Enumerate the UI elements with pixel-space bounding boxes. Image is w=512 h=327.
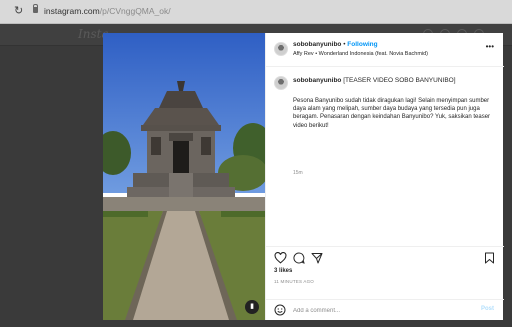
bookmark-icon[interactable] [484, 252, 495, 264]
action-bar [266, 246, 504, 266]
url-domain: instagram.com [44, 6, 100, 16]
audio-label[interactable]: Affy Rev • Wonderland Indonesia (feat. N… [293, 51, 428, 57]
caption-title: [TEASER VIDEO SOBO BANYUNIBO] [343, 77, 456, 84]
browser-address-bar: ↻ instagram.com/p/CVnggQMA_ok/ [0, 0, 512, 24]
more-options-button[interactable]: ••• [486, 42, 494, 51]
comment-icon[interactable] [293, 252, 305, 264]
username-link[interactable]: sobobanyunibo [293, 41, 341, 48]
temple-photo [103, 33, 265, 320]
post-video[interactable]: ▮ [103, 33, 265, 320]
likes-count[interactable]: 3 likes [274, 268, 292, 274]
heart-icon[interactable] [274, 252, 287, 264]
post-header-line: sobobanyunibo • Following [293, 41, 378, 48]
post-time-ago: 11 MINUTES AGO [274, 279, 314, 284]
caption-username[interactable]: sobobanyunibo [293, 77, 341, 84]
smile-icon[interactable] [274, 304, 286, 316]
caption-header: sobobanyunibo [TEASER VIDEO SOBO BANYUNI… [293, 77, 456, 84]
share-icon[interactable] [311, 252, 323, 264]
post-side-panel: sobobanyunibo • Following Affy Rev • Won… [265, 33, 504, 320]
caption-body: Pesona Banyunibo sudah tidak diragukan l… [293, 98, 491, 129]
url-path: /p/CVnggQMA_ok/ [99, 6, 171, 16]
comment-input[interactable] [293, 305, 458, 316]
comment-bar: Post [266, 299, 504, 320]
lock-icon [33, 4, 38, 13]
caption-timestamp: 15m [293, 170, 303, 176]
post-comment-button[interactable]: Post [481, 306, 494, 312]
following-button[interactable]: Following [347, 41, 377, 48]
post-modal: ▮ sobobanyunibo • Following Affy Rev • W… [103, 33, 504, 320]
separator-dot: • [343, 41, 346, 48]
caption-section: sobobanyunibo [TEASER VIDEO SOBO BANYUNI… [266, 67, 504, 237]
post-header: sobobanyunibo • Following Affy Rev • Won… [266, 33, 504, 67]
url-field[interactable]: instagram.com/p/CVnggQMA_ok/ [44, 6, 171, 16]
caption-avatar[interactable] [274, 76, 288, 90]
reload-icon[interactable]: ↻ [14, 4, 23, 17]
speaker-icon[interactable]: ▮ [245, 300, 259, 314]
avatar[interactable] [274, 42, 288, 56]
